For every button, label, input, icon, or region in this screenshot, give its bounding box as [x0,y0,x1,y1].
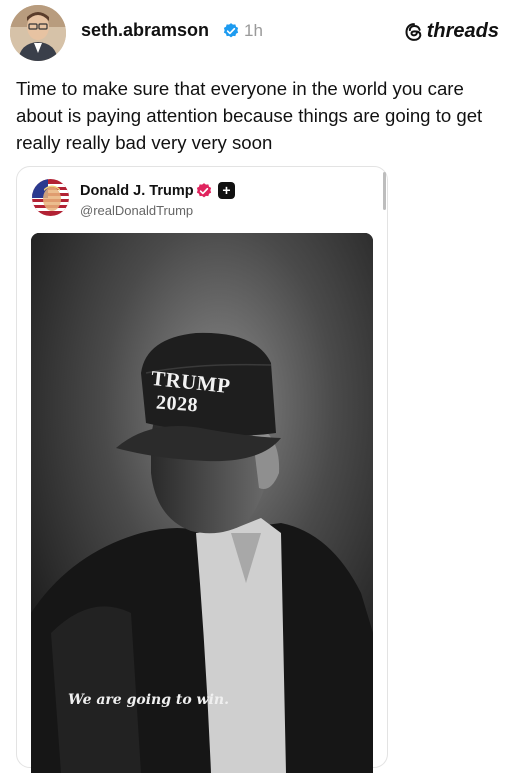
hat-text-line2: 2028 [155,391,199,417]
photo-caption: We are going to win. [68,692,229,708]
threads-brand: threads [404,20,499,43]
verified-badge-pink-icon [196,183,212,198]
embed-author-handle: @realDonaldTrump [80,203,194,218]
embed-author-avatar[interactable] [32,179,69,216]
follow-plus-button[interactable]: + [218,182,235,199]
flag-portrait-avatar [32,179,69,216]
post-body-text: Time to make sure that everyone in the w… [16,78,483,153]
author-name[interactable]: seth.abramson [81,20,209,41]
author-avatar[interactable] [10,5,66,61]
avatar-photo [10,5,66,61]
post-timestamp: 1h [244,21,263,40]
threads-logo-icon [405,22,422,41]
verified-badge-icon [223,23,239,38]
embed-author-name[interactable]: Donald J. Trump [80,183,194,199]
card-scrollbar[interactable] [383,172,386,210]
threads-wordmark: threads [426,20,499,42]
